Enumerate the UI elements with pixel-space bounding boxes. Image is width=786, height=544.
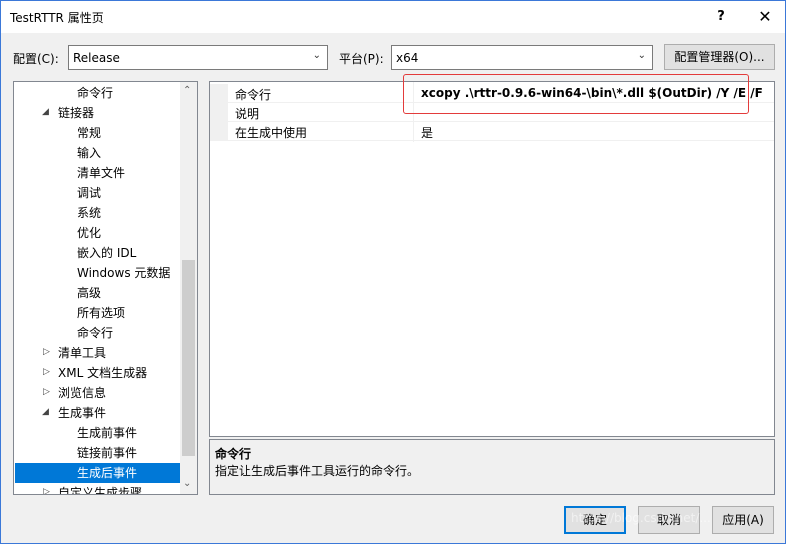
tree-item[interactable]: 自定义生成步骤 [58, 483, 142, 494]
tree-item[interactable]: 嵌入的 IDL [77, 243, 136, 263]
row-gutter [210, 103, 228, 122]
tree-item[interactable]: 清单工具 [58, 343, 106, 363]
property-value[interactable]: 是 [421, 124, 433, 141]
tree-item[interactable]: Windows 元数据 [77, 263, 170, 283]
chevron-down-icon: ⌄ [637, 50, 646, 61]
tree-item[interactable]: 优化 [77, 223, 101, 243]
tree-item[interactable]: 浏览信息 [58, 383, 106, 403]
help-button[interactable]: ? [701, 1, 741, 33]
tree-item[interactable]: 命令行 [77, 83, 113, 103]
row-gutter [210, 84, 228, 103]
description-title: 命令行 [215, 447, 252, 461]
scroll-down-icon[interactable]: ⌄ [183, 478, 191, 489]
tree-item[interactable]: XML 文档生成器 [58, 363, 147, 383]
description-panel: 命令行 指定让生成后事件工具运行的命令行。 [209, 439, 775, 495]
expanded-triangle-icon[interactable]: ◢ [42, 107, 52, 117]
tree-item[interactable]: 链接器 [58, 103, 94, 123]
chevron-down-icon: ⌄ [312, 50, 321, 61]
config-value: Release [73, 51, 120, 65]
config-dropdown[interactable]: Release ⌄ [68, 45, 328, 70]
property-name: 命令行 [235, 88, 272, 102]
settings-tree[interactable]: 命令行 ◢ 链接器 常规 输入 清单文件 调试 系统 优化 嵌入的 IDL Wi… [13, 81, 198, 495]
close-button[interactable]: ✕ [745, 1, 785, 33]
tree-item[interactable]: 所有选项 [77, 303, 125, 323]
tree-item[interactable]: 生成前事件 [77, 423, 137, 443]
tree-item[interactable]: 清单文件 [77, 163, 125, 183]
description-text: 指定让生成后事件工具运行的命令行。 [215, 464, 420, 478]
config-label: 配置(C): [13, 52, 59, 66]
tree-item[interactable]: 生成事件 [58, 403, 106, 423]
apply-button[interactable]: 应用(A) [712, 506, 774, 534]
collapsed-triangle-icon[interactable]: ▷ [43, 487, 53, 494]
property-grid: 命令行 xcopy .\rttr-0.9.6-win64-\bin\*.dll … [209, 81, 775, 437]
tree-scrollbar[interactable]: ⌃ ⌄ [180, 82, 197, 494]
row-gutter [210, 122, 228, 141]
annotation-highlight-box [403, 74, 749, 114]
scroll-up-icon[interactable]: ⌃ [183, 85, 191, 96]
tree-item-selected[interactable]: 生成后事件 [15, 463, 180, 483]
property-name: 说明 [235, 107, 260, 121]
property-row-use-in-build[interactable]: 在生成中使用 是 [210, 122, 774, 141]
tree-item[interactable]: 系统 [77, 203, 101, 223]
platform-value: x64 [396, 51, 419, 65]
platform-dropdown[interactable]: x64 ⌄ [391, 45, 653, 70]
window-title: TestRTTR 属性页 [10, 11, 104, 25]
scroll-thumb[interactable] [182, 260, 195, 456]
tree-item[interactable]: 高级 [77, 283, 101, 303]
tree-item[interactable]: 调试 [77, 183, 101, 203]
property-name: 在生成中使用 [235, 126, 308, 140]
platform-label: 平台(P): [339, 52, 384, 66]
property-pages-window: TestRTTR 属性页 ? ✕ 配置(C): Release ⌄ 平台(P):… [0, 0, 786, 544]
tree-item[interactable]: 常规 [77, 123, 101, 143]
expanded-triangle-icon[interactable]: ◢ [42, 407, 52, 417]
tree-item[interactable]: 命令行 [77, 323, 113, 343]
tree-item[interactable]: 输入 [77, 143, 101, 163]
collapsed-triangle-icon[interactable]: ▷ [43, 367, 53, 377]
watermark-text: https://blog.csdn.net/... [571, 511, 711, 525]
title-bar: TestRTTR 属性页 ? ✕ [1, 1, 785, 33]
collapsed-triangle-icon[interactable]: ▷ [43, 387, 53, 397]
config-manager-button[interactable]: 配置管理器(O)... [664, 44, 775, 70]
tree-item[interactable]: 链接前事件 [77, 443, 137, 463]
collapsed-triangle-icon[interactable]: ▷ [43, 347, 53, 357]
